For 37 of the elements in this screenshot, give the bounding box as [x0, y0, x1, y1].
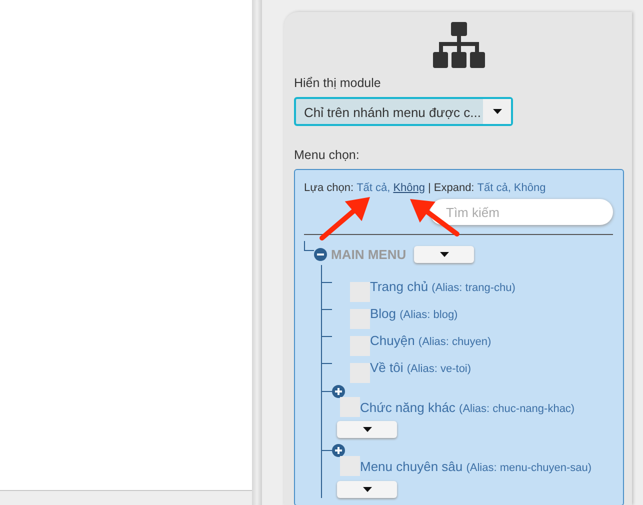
splitter-bar[interactable] [252, 0, 262, 505]
dropdown-button[interactable] [337, 421, 397, 438]
menu-item-label[interactable]: Về tôi (Alias: ve-toi) [370, 358, 472, 377]
caret-icon [492, 108, 502, 114]
caret-icon [362, 427, 372, 432]
checkbox[interactable] [350, 362, 370, 382]
checkbox[interactable] [340, 456, 360, 476]
option-label: Lựa chọn: [304, 180, 354, 196]
menu-item-label[interactable]: Chuyện (Alias: chuyen) [370, 330, 492, 350]
option-label: Expand: [434, 180, 474, 196]
menu-item-label[interactable]: Chức năng khác (Alias: chuc-nang-khac) [360, 398, 575, 417]
collapse-icon[interactable] [314, 248, 327, 262]
checkbox[interactable] [350, 308, 370, 328]
checkbox[interactable] [350, 282, 370, 302]
field-label: Menu chọn: [294, 146, 360, 164]
search-field[interactable]: Tìm kiếm [430, 199, 613, 225]
module-display-select[interactable]: Chỉ trên nhánh menu được c... [294, 96, 513, 126]
menu-item-label[interactable]: Blog (Alias: blog) [370, 304, 458, 323]
expand-icon[interactable] [332, 384, 345, 398]
menu-item-label[interactable]: Trang chủ (Alias: trang-chu) [370, 276, 516, 296]
link[interactable]: Tất cả, [356, 180, 390, 196]
dropdown-button[interactable] [414, 246, 474, 264]
field-label: Hiển thị module [294, 75, 382, 92]
annotation-arrow [320, 197, 370, 240]
separator-text: | [428, 180, 431, 196]
tree-title: MAIN MENU [331, 246, 406, 264]
expand-icon[interactable] [332, 444, 345, 457]
link[interactable]: Không [514, 180, 546, 196]
dropdown-button[interactable] [337, 480, 397, 498]
checkbox[interactable] [350, 336, 370, 356]
link[interactable]: Tất cả, [477, 180, 511, 196]
sitemap-icon [433, 22, 485, 70]
checkbox[interactable] [340, 396, 360, 416]
link[interactable]: Không [393, 180, 426, 196]
menu-item-label[interactable]: Menu chuyên sâu (Alias: menu-chuyen-sau) [360, 457, 592, 476]
caret-icon [440, 252, 449, 258]
caret-icon [362, 486, 372, 492]
